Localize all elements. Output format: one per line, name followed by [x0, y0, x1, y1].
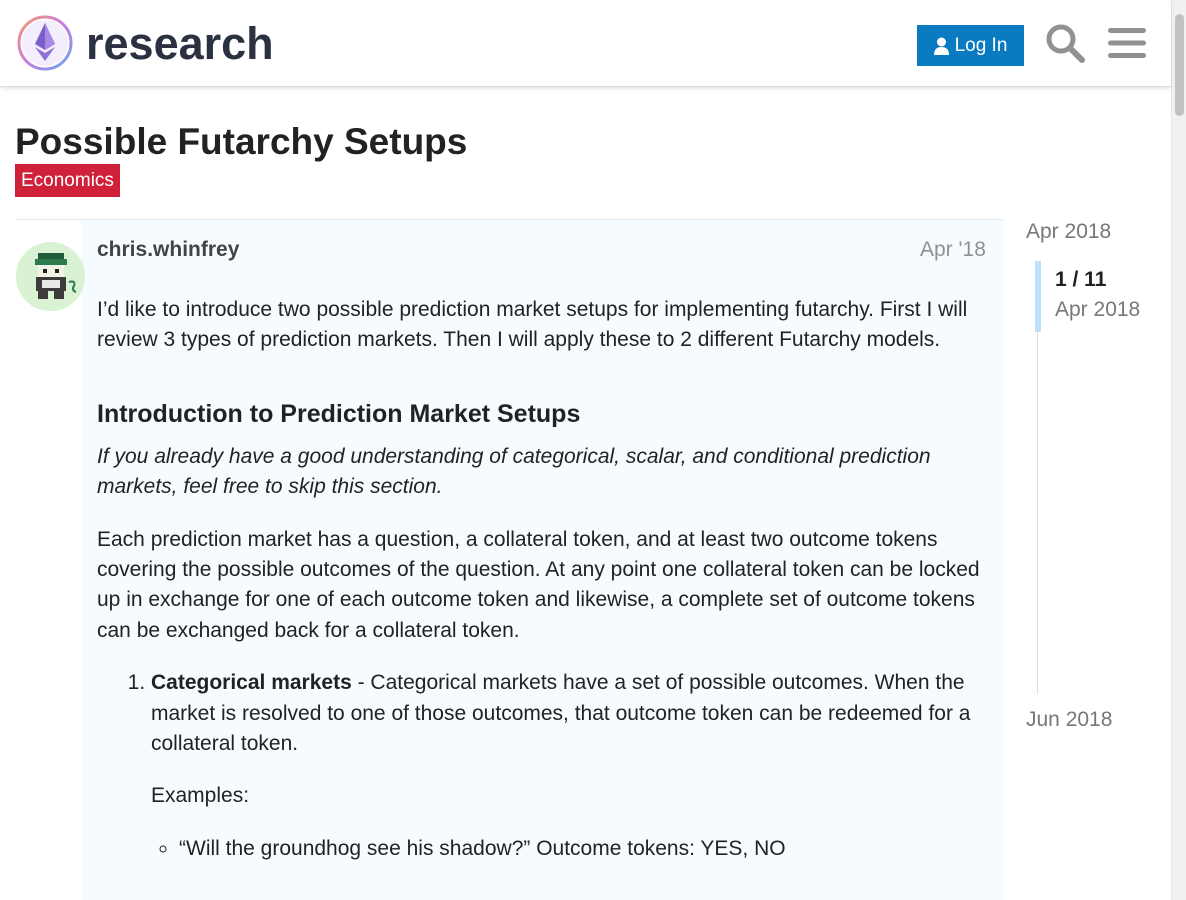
scrollbar-thumb[interactable] — [1175, 14, 1184, 116]
timeline-start-date[interactable]: Apr 2018 — [1026, 220, 1111, 244]
timeline-position-date: Apr 2018 — [1055, 298, 1141, 321]
login-label: Log In — [954, 34, 1008, 56]
topic-title[interactable]: Possible Futarchy Setups — [15, 120, 467, 164]
market-type-list: Categorical markets - Categorical market… — [97, 668, 992, 864]
list-item: Categorical markets - Categorical market… — [151, 668, 992, 864]
page-scrollbar[interactable] — [1171, 0, 1186, 900]
login-button[interactable]: Log In — [917, 25, 1024, 66]
user-avatar[interactable] — [16, 242, 85, 311]
post-content: I’d like to introduce two possible predi… — [97, 295, 992, 864]
post-author[interactable]: chris.whinfrey — [97, 238, 239, 262]
post-intro: I’d like to introduce two possible predi… — [97, 298, 968, 352]
search-button[interactable] — [1042, 18, 1088, 68]
examples-label: Examples: — [151, 784, 250, 808]
market-explanation: Each prediction market has a question, a… — [97, 527, 980, 642]
timeline-end-date[interactable]: Jun 2018 — [1026, 708, 1112, 732]
market-type-description: Categorical markets - Categorical market… — [151, 668, 992, 759]
hamburger-menu-icon — [1108, 28, 1146, 58]
search-icon — [1046, 24, 1085, 63]
ethereum-logo-icon — [17, 15, 73, 71]
menu-button[interactable] — [1104, 18, 1150, 68]
pixel-character-avatar-icon — [16, 242, 85, 311]
site-name: research — [86, 17, 274, 69]
market-type-term: Categorical markets — [151, 671, 352, 695]
site-logo[interactable]: research — [16, 14, 274, 72]
timeline-handle[interactable] — [1035, 261, 1041, 332]
section-heading: Introduction to Prediction Market Setups — [97, 399, 581, 428]
category-badge[interactable]: Economics — [15, 164, 120, 197]
user-icon — [933, 37, 949, 55]
post-date[interactable]: Apr '18 — [920, 238, 986, 262]
site-header: research Log In — [0, 0, 1171, 87]
example-list: “Will the groundhog see his shadow?” Out… — [151, 834, 992, 864]
skip-note-text: If you already have a good understanding… — [97, 444, 931, 499]
skip-note: If you already have a good understanding… — [97, 442, 992, 503]
example-item: “Will the groundhog see his shadow?” Out… — [179, 834, 992, 864]
timeline-position: 1 / 11 — [1055, 268, 1107, 291]
